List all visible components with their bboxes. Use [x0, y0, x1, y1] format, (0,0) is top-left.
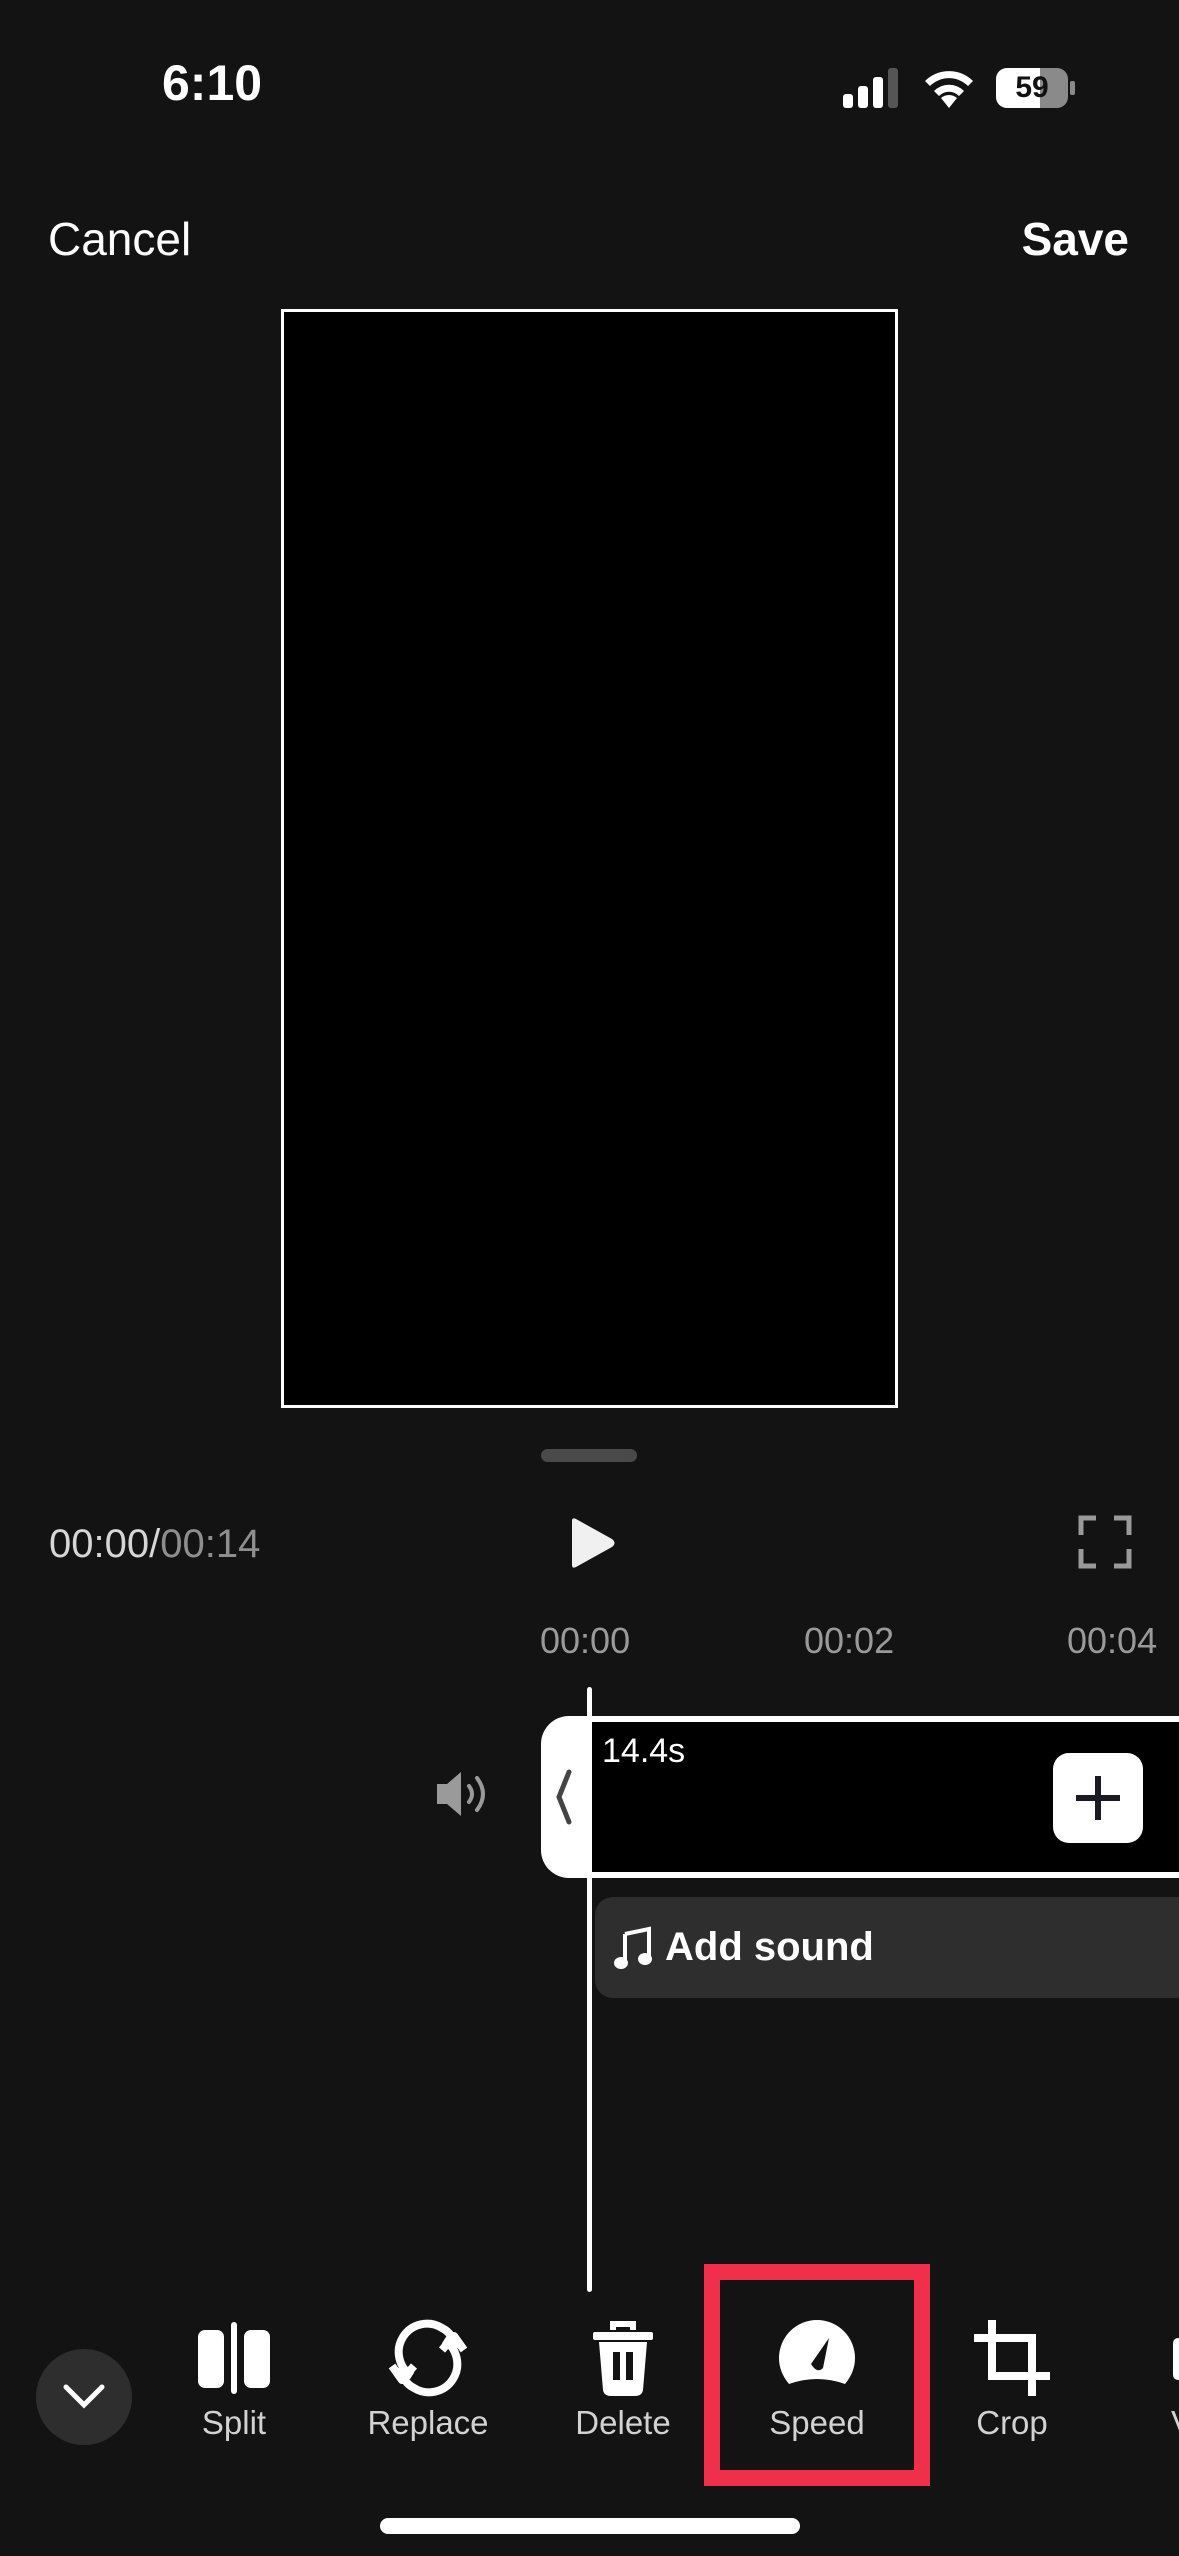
ruler-tick: 00:04: [1067, 1620, 1158, 1661]
total-time: 00:14: [160, 1522, 261, 1566]
music-note-icon: [614, 1926, 652, 1969]
fullscreen-icon[interactable]: [1078, 1515, 1132, 1569]
tool-label: Split: [201, 2404, 267, 2441]
volume-icon: [1173, 2338, 1179, 2380]
resize-handle[interactable]: [541, 1449, 637, 1462]
play-icon[interactable]: [568, 1517, 618, 1569]
tool-label: Delete: [575, 2404, 671, 2441]
collapse-toolbar-button[interactable]: [36, 2349, 132, 2445]
tool-split[interactable]: Split: [159, 2318, 309, 2448]
playback-timecode: 00:00/00:14: [49, 1522, 260, 1567]
add-clip-button[interactable]: [1053, 1753, 1143, 1843]
chevron-down-icon: [63, 2384, 105, 2409]
volume-icon[interactable]: [435, 1768, 495, 1820]
ruler-tick: 00:02: [804, 1620, 895, 1661]
split-icon: [198, 2322, 270, 2394]
replace-icon: [388, 2319, 468, 2397]
clip-duration: 14.4s: [602, 1732, 686, 1770]
tool-crop[interactable]: Crop: [937, 2318, 1087, 2448]
status-time: 6:10: [162, 55, 263, 111]
playhead[interactable]: [587, 1687, 592, 2292]
tool-label: Crop: [976, 2404, 1048, 2441]
wifi-icon: [925, 71, 973, 108]
tool-volume[interactable]: Vo: [1131, 2318, 1179, 2448]
trash-icon: [593, 2321, 653, 2396]
time-separator: /: [149, 1522, 161, 1566]
save-button[interactable]: Save: [1022, 212, 1129, 266]
speedometer-icon: [779, 2320, 855, 2384]
cancel-button[interactable]: Cancel: [48, 212, 191, 266]
plus-icon: [1076, 1776, 1120, 1820]
tool-speed[interactable]: Speed: [742, 2318, 892, 2448]
current-time: 00:00: [49, 1522, 150, 1566]
video-preview[interactable]: [281, 309, 898, 1408]
tool-delete[interactable]: Delete: [548, 2318, 698, 2448]
home-indicator[interactable]: [380, 2518, 800, 2534]
add-sound-label: Add sound: [665, 1925, 874, 1969]
ruler-tick: 00:00: [540, 1620, 631, 1661]
tool-label: Speed: [769, 2404, 865, 2441]
add-sound-button[interactable]: Add sound: [595, 1897, 1179, 1998]
tool-label: Replace: [367, 2404, 489, 2441]
crop-icon: [974, 2320, 1050, 2396]
battery-level: 59: [1015, 71, 1049, 104]
battery-icon: 59: [996, 66, 1076, 110]
tool-label: Vo: [1171, 2404, 1179, 2442]
tool-replace[interactable]: Replace: [353, 2318, 503, 2448]
cellular-signal-icon: [843, 68, 898, 108]
